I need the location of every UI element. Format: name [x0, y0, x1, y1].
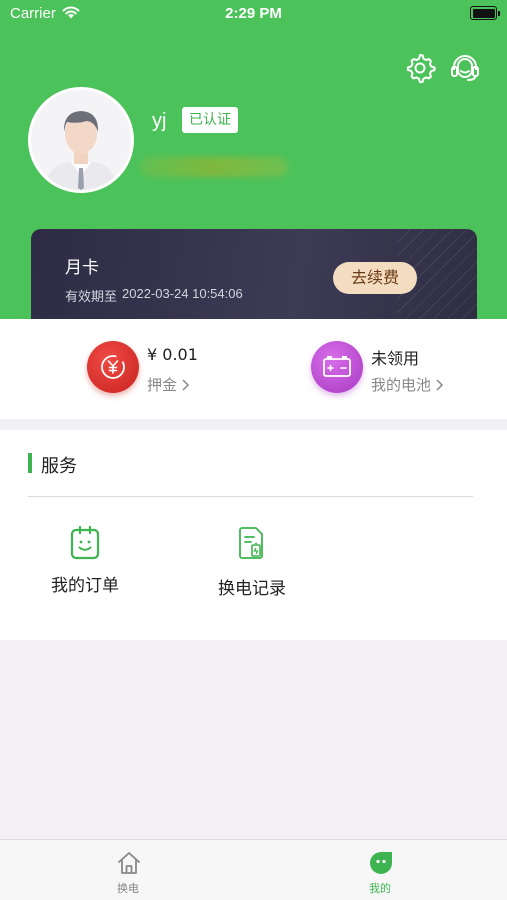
gear-icon [406, 54, 436, 84]
battery-status-value: 未领用 [371, 349, 420, 368]
section-accent-bar [28, 453, 32, 473]
tab-swap-label: 换电 [117, 882, 139, 895]
tab-swap[interactable]: 换电 [78, 840, 178, 900]
my-orders-button[interactable]: 我的订单 [25, 525, 145, 605]
my-orders-label: 我的订单 [51, 576, 119, 596]
home-icon [118, 852, 140, 874]
verified-badge: 已认证 [182, 107, 238, 133]
battery-label: 我的电池 [371, 374, 444, 395]
order-icon [70, 525, 100, 560]
renew-button[interactable]: 去续费 [333, 262, 417, 294]
swap-records-label: 换电记录 [218, 579, 286, 599]
status-time: 2:29 PM [225, 5, 282, 22]
profile-header: Carrier 2:29 PM yj 已认证 月卡 有效期至 2022-03-2… [0, 0, 507, 320]
profile-icon [370, 852, 392, 874]
default-avatar-icon [31, 90, 131, 190]
yuan-icon [87, 341, 139, 393]
card-expiry-label: 有效期至 [65, 290, 118, 305]
services-section: 服务 我的订单 换电记录 [0, 430, 507, 640]
battery-item[interactable]: 未领用 我的电池 [311, 319, 481, 419]
avatar[interactable] [28, 87, 134, 193]
divider [28, 496, 473, 497]
tab-mine-label: 我的 [369, 882, 391, 895]
wallet-section: ¥ 0.01 押金 未领用 我的电池 [0, 319, 507, 419]
deposit-label: 押金 [147, 374, 190, 395]
phone-number-masked [140, 157, 288, 177]
chevron-right-icon [182, 379, 190, 391]
card-expiry-date: 2022-03-24 10:54:06 [122, 286, 243, 301]
tab-bar: 换电 我的 [0, 839, 507, 900]
battery-icon [311, 341, 363, 393]
membership-card[interactable]: 月卡 有效期至 2022-03-24 10:54:06 去续费 [31, 229, 477, 319]
battery-label-text: 我的电池 [371, 376, 432, 394]
deposit-item[interactable]: ¥ 0.01 押金 [87, 319, 247, 419]
swap-records-button[interactable]: 换电记录 [192, 525, 312, 605]
username: yj [152, 110, 167, 132]
deposit-label-text: 押金 [147, 376, 178, 394]
card-title: 月卡 [65, 258, 99, 278]
customer-service-button[interactable] [449, 52, 481, 84]
headset-icon [451, 55, 479, 81]
status-bar: Carrier 2:29 PM [0, 0, 507, 28]
record-icon [239, 527, 263, 559]
tab-mine[interactable]: 我的 [330, 840, 430, 900]
deposit-value: ¥ 0.01 [147, 345, 198, 364]
battery-status-icon [470, 6, 500, 20]
services-title: 服务 [41, 456, 77, 477]
settings-button[interactable] [404, 52, 436, 84]
chevron-right-icon [436, 379, 444, 391]
